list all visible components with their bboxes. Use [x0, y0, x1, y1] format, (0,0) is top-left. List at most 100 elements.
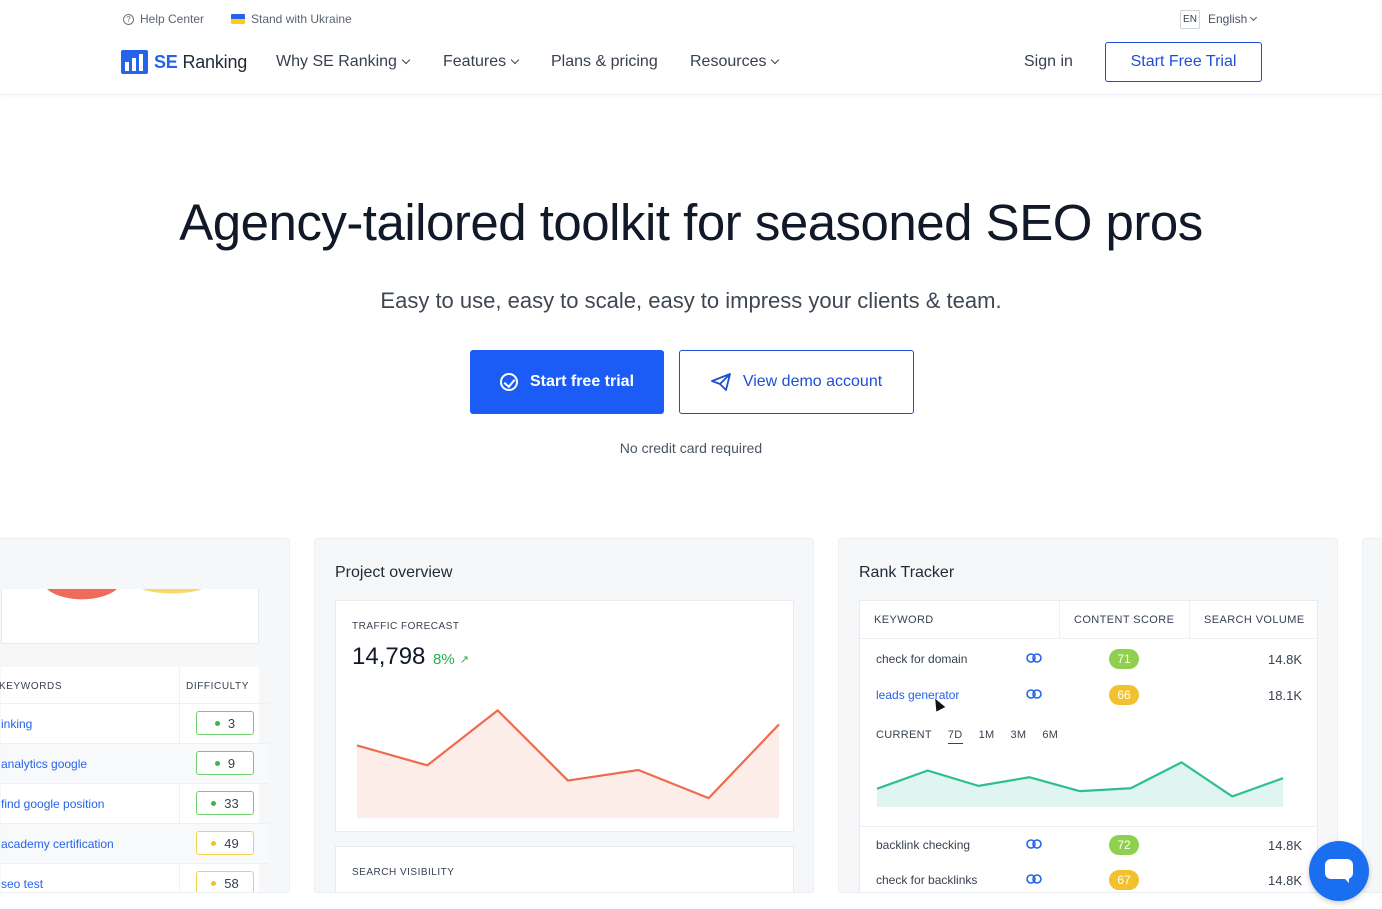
table-row: inking 3: [1, 703, 269, 743]
chat-support-button[interactable]: [1309, 841, 1369, 901]
content-score-column-header: CONTENT SCORE: [1060, 601, 1190, 639]
keyword-column-header: KEYWORD: [860, 601, 1060, 639]
search-volume-column-header: SEARCH VOLUME: [1190, 601, 1319, 639]
keyword-link[interactable]: find google position: [1, 797, 104, 811]
search-volume-value: 14.8K: [1268, 873, 1302, 888]
nav-plans-pricing[interactable]: Plans & pricing: [551, 53, 658, 71]
difficulty-badge: 49: [196, 831, 254, 855]
keyword-text: backlink checking: [876, 838, 971, 852]
ukraine-label: Stand with Ukraine: [251, 12, 352, 26]
period-7d[interactable]: 7D: [947, 729, 963, 744]
search-volume-value: 18.1K: [1268, 688, 1302, 703]
logo-bars-icon: [121, 50, 148, 74]
chevron-down-icon: [771, 55, 780, 65]
hero-title: Agency-tailored toolkit for seasoned SEO…: [179, 194, 1203, 251]
keyword-difficulty-card: KEYWORDS DIFFICULTY inking 3 analytics g…: [0, 538, 290, 893]
search-visibility-panel: SEARCH VISIBILITY: [335, 846, 794, 892]
language-label: English: [1208, 12, 1248, 26]
link-icon[interactable]: [1026, 874, 1042, 884]
next-card-edge: [1362, 538, 1382, 893]
logo[interactable]: SE Ranking: [121, 50, 247, 74]
table-row: analytics google 9: [1, 743, 269, 783]
keyword-text: check for domain: [876, 652, 968, 666]
table-row: backlink checking 72 14.8K: [860, 826, 1318, 862]
nav-why-label: Why SE Ranking: [276, 53, 397, 70]
content-score-badge: 66: [1109, 685, 1139, 705]
traffic-forecast-chart: [356, 709, 780, 818]
start-free-trial-button[interactable]: Start Free Trial: [1105, 42, 1262, 82]
hero-subtitle: Easy to use, easy to scale, easy to impr…: [380, 288, 1002, 313]
period-selector: CURRENT 7D 1M 3M 6M: [876, 729, 1058, 744]
nav-why-se-ranking[interactable]: Why SE Ranking: [276, 53, 411, 71]
help-icon: ?: [123, 13, 134, 25]
table-row: seo test 58: [1, 863, 269, 892]
sign-in-link[interactable]: Sign in: [1024, 53, 1073, 71]
table-row: find google position 33: [1, 783, 269, 823]
no-credit-card-note: No credit card required: [619, 440, 763, 456]
traffic-change-indicator: 8% ↗: [433, 651, 469, 668]
keyword-link[interactable]: academy certification: [1, 837, 114, 851]
keyword-link[interactable]: seo test: [1, 877, 43, 891]
link-icon[interactable]: [1026, 653, 1042, 663]
keyword-link[interactable]: leads generator: [876, 688, 959, 702]
difficulty-badge: 58: [196, 871, 254, 892]
start-free-trial-cta-label: Start free trial: [529, 373, 635, 390]
rank-tracker-table: KEYWORD CONTENT SCORE SEARCH VOLUME chec…: [859, 600, 1319, 892]
project-overview-card: Project overview TRAFFIC FORECAST 14,798…: [314, 538, 814, 893]
period-3m[interactable]: 3M: [1010, 729, 1026, 744]
traffic-change-value: 8%: [433, 651, 455, 668]
period-6m[interactable]: 6M: [1042, 729, 1058, 744]
donut-chart-fragment: [47, 589, 202, 600]
rank-trend-chart: [876, 761, 1284, 807]
difficulty-badge: 3: [196, 711, 254, 735]
traffic-forecast-label: TRAFFIC FORECAST: [352, 621, 460, 632]
content-score-badge: 67: [1109, 870, 1139, 890]
search-visibility-label: SEARCH VISIBILITY: [352, 867, 455, 878]
paper-plane-icon: [710, 373, 731, 391]
chevron-down-icon: [1250, 13, 1258, 21]
difficulty-badge: 9: [196, 751, 254, 775]
content-score-badge: 71: [1109, 649, 1139, 669]
link-icon[interactable]: [1026, 689, 1042, 699]
keyword-text: check for backlinks: [876, 873, 978, 887]
nav-features[interactable]: Features: [443, 53, 520, 71]
view-demo-account-label: View demo account: [742, 373, 883, 390]
utility-bar: ? Help Center Stand with Ukraine EN Engl…: [0, 0, 1382, 40]
donut-chart-panel: [1, 589, 259, 644]
help-center-link[interactable]: ? Help Center: [123, 12, 204, 26]
keywords-table: KEYWORDS DIFFICULTY inking 3 analytics g…: [0, 667, 269, 892]
start-free-trial-cta[interactable]: Start free trial: [470, 350, 664, 414]
arrow-up-right-icon: ↗: [459, 654, 469, 666]
nav-resources-label: Resources: [690, 53, 767, 70]
language-selector[interactable]: English: [1208, 12, 1258, 26]
table-row: academy certification 49: [1, 823, 269, 863]
table-row: check for domain 71 14.8K: [860, 641, 1318, 677]
rank-tracker-card: Rank Tracker KEYWORD CONTENT SCORE SEARC…: [838, 538, 1338, 893]
search-volume-value: 14.8K: [1268, 652, 1302, 667]
main-navigation: SE Ranking Why SE Ranking Features Plans…: [0, 40, 1382, 95]
help-center-label: Help Center: [140, 12, 205, 26]
difficulty-badge: 33: [196, 791, 254, 815]
traffic-forecast-panel: TRAFFIC FORECAST 14,798 8% ↗: [335, 600, 794, 832]
period-1m[interactable]: 1M: [979, 729, 995, 744]
content-score-badge: 72: [1109, 835, 1139, 855]
stand-with-ukraine-link[interactable]: Stand with Ukraine: [231, 12, 352, 26]
period-current[interactable]: CURRENT: [876, 729, 932, 744]
keyword-link[interactable]: inking: [1, 717, 32, 731]
nav-resources[interactable]: Resources: [690, 53, 780, 71]
chart-area: [877, 762, 1283, 807]
link-icon[interactable]: [1026, 839, 1042, 849]
nav-plans-label: Plans & pricing: [551, 53, 658, 70]
table-row: check for backlinks 67 14.8K: [860, 862, 1318, 892]
logo-text: SE Ranking: [154, 51, 248, 72]
view-demo-account-button[interactable]: View demo account: [679, 350, 914, 414]
project-overview-title: Project overview: [335, 564, 453, 581]
language-code-badge[interactable]: EN: [1180, 10, 1200, 29]
chevron-down-icon: [401, 55, 411, 65]
keywords-column-header: KEYWORDS: [0, 681, 63, 692]
search-volume-value: 14.8K: [1268, 838, 1302, 853]
table-row: leads generator 66 18.1K: [860, 677, 1318, 713]
keyword-link[interactable]: analytics google: [1, 757, 87, 771]
difficulty-column-header: DIFFICULTY: [186, 681, 250, 692]
traffic-forecast-value: 14,798: [352, 643, 426, 670]
